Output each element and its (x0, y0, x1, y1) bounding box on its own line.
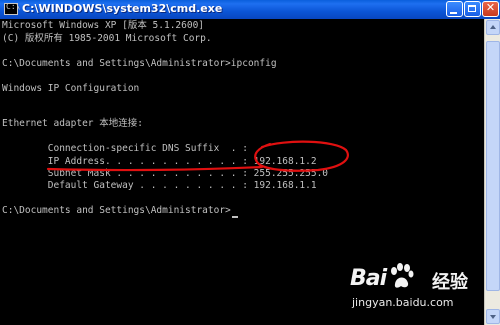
console-prompt-line: C:\Documents and Settings\Administrator> (2, 205, 238, 218)
close-icon: ✕ (485, 1, 496, 14)
scroll-up-button[interactable] (486, 20, 500, 35)
vertical-scrollbar[interactable] (484, 19, 500, 325)
title-bar[interactable]: C:\ C:\WINDOWS\system32\cmd.exe ✕ (0, 0, 500, 20)
console-line: Connection-specific DNS Suffix . : (2, 143, 248, 154)
scroll-down-button[interactable] (486, 309, 500, 324)
window-title: C:\WINDOWS\system32\cmd.exe (22, 2, 223, 15)
console-line: Windows IP Configuration (2, 83, 140, 94)
watermark-url: jingyan.baidu.com (352, 296, 454, 309)
console-line: Ethernet adapter 本地连接: (2, 118, 143, 129)
minimize-button[interactable] (446, 1, 463, 17)
console-line: Microsoft Windows XP [版本 5.1.2600] (2, 20, 205, 31)
baidu-paw-icon (391, 263, 414, 288)
console-line: C:\Documents and Settings\Administrator>… (2, 58, 277, 69)
console-line: (C) 版权所有 1985-2001 Microsoft Corp. (2, 33, 212, 44)
baidu-logo-text: Bai (350, 266, 387, 291)
cmd-icon[interactable]: C:\ (4, 2, 20, 15)
console-prompt: C:\Documents and Settings\Administrator> (2, 205, 231, 216)
console-line: Subnet Mask . . . . . . . . . . . : 255.… (2, 168, 329, 179)
console-line-ip-address: IP Address. . . . . . . . . . . . : 192.… (2, 156, 317, 167)
maximize-icon (468, 5, 476, 12)
console-line: Default Gateway . . . . . . . . . : 192.… (2, 180, 317, 191)
arrow-down-icon (490, 315, 496, 319)
text-cursor (231, 215, 238, 218)
close-button[interactable]: ✕ (482, 1, 499, 17)
scrollbar-thumb[interactable] (486, 41, 500, 291)
minimize-icon (450, 12, 457, 14)
baidu-jingyan-text: 经验 (432, 272, 468, 293)
arrow-up-icon (490, 25, 496, 29)
maximize-button[interactable] (464, 1, 481, 17)
